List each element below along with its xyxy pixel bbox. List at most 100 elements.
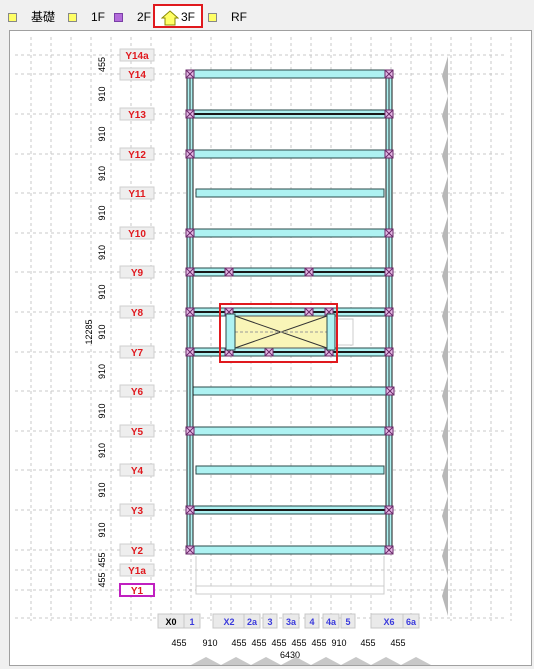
y-label-text: Y6 — [131, 387, 144, 398]
x-dim-label: 455 — [171, 638, 186, 648]
x-dim-label: 455 — [271, 638, 286, 648]
y-dim-label: 910 — [97, 205, 107, 220]
x-dimension-labels: 455 910 455 455 455 455 455 910 455 4556430 — [171, 638, 405, 660]
y-axis-label: Y2 — [119, 543, 155, 557]
y-dim-label: 910 — [97, 522, 107, 537]
y-label-text: Y7 — [131, 348, 144, 359]
x-axis-label: 3a — [282, 613, 300, 629]
opening-post — [326, 313, 336, 351]
beam — [189, 386, 390, 396]
x-axis-label: X6 — [370, 613, 408, 629]
x-dim-label: 455 — [231, 638, 246, 648]
misc — [191, 56, 448, 665]
x-axis-label: 4a — [322, 613, 340, 629]
y-label-text: Y1 — [131, 586, 144, 597]
x-axis-label: 3 — [262, 613, 278, 629]
tab-3f[interactable]: 3F — [153, 4, 204, 28]
x-dim-label: 910 — [202, 638, 217, 648]
floor-tab-bar: 基礎 1F 2F 3F RF — [0, 0, 534, 32]
x-dim-label: 455 — [251, 638, 266, 648]
beam — [195, 188, 385, 198]
beam — [189, 426, 390, 436]
sawtooth-mark — [442, 416, 448, 456]
tab-kiso[interactable]: 基礎 — [8, 6, 55, 28]
y-label-text: Y4 — [131, 466, 144, 477]
sawtooth-mark — [442, 56, 448, 96]
x-dim-label: 455 — [291, 638, 306, 648]
plan-canvas[interactable]: Y14a Y14 Y13 Y12 Y11 Y10 Y9 Y8 Y7 Y6 Y5 Y4 Y3 Y2 Y1a Y1… — [9, 30, 532, 666]
y-label-text: Y8 — [131, 308, 144, 319]
y-axis-label: Y4 — [119, 463, 155, 477]
y-axis-label: Y1a — [119, 563, 155, 577]
y-dim-total: 12285 — [84, 319, 94, 344]
ghost-beam — [195, 585, 385, 595]
sawtooth-mark — [442, 96, 448, 136]
tab-label: 基礎 — [31, 10, 56, 24]
y-axis-label: Y13 — [119, 107, 155, 121]
y-axis-label: Y8 — [119, 305, 155, 319]
sawtooth-mark — [442, 216, 448, 256]
tab-2f[interactable]: 2F — [114, 6, 151, 28]
y-axis-label: Y12 — [119, 147, 155, 161]
x-axis-label: 5 — [340, 613, 356, 629]
purple-square-icon — [114, 13, 123, 23]
x-axis-label: 1 — [183, 613, 201, 629]
tab-label: 3F — [181, 10, 196, 24]
x-label-text: 5 — [345, 617, 350, 627]
x-label-text: 4 — [309, 617, 314, 627]
y-label-text: Y9 — [131, 268, 144, 279]
y-axis-label: Y14 — [119, 67, 155, 81]
opening-post — [225, 313, 236, 351]
sawtooth-mark — [442, 296, 448, 336]
sawtooth-mark — [442, 376, 448, 416]
y-dim-label: 910 — [97, 284, 107, 299]
y-label-text: Y14 — [128, 70, 146, 81]
house-icon — [161, 10, 179, 26]
x-axis-labels: X0 1 X2 2a 3 3a 4 4a 5 X6 6a — [157, 613, 420, 629]
x-dim-label: 455 — [390, 638, 405, 648]
y-dim-label: 910 — [97, 126, 107, 141]
y-label-text: Y10 — [128, 229, 146, 240]
y-label-text: Y14a — [125, 51, 149, 62]
y-axis-label: Y10 — [119, 226, 155, 240]
y-dim-label: 910 — [97, 245, 107, 260]
beam — [195, 465, 385, 475]
sawtooth-mark — [442, 136, 448, 176]
x-label-text: 2a — [247, 617, 258, 627]
y-axis-label-selected: Y1 — [119, 583, 155, 597]
tab-1f[interactable]: 1F — [68, 6, 105, 28]
beam — [189, 69, 390, 79]
x-dim-label: 455 — [311, 638, 326, 648]
y-label-text: Y12 — [128, 150, 146, 161]
y-dim-label: 910 — [97, 443, 107, 458]
y-axis-label: Y7 — [119, 345, 155, 359]
x-label-text: X2 — [223, 617, 234, 627]
x-label-text: X6 — [383, 617, 394, 627]
y-dim-label: 910 — [97, 364, 107, 379]
y-label-text: Y5 — [131, 427, 144, 438]
y-axis-label: Y6 — [119, 384, 155, 398]
y-label-text: Y3 — [131, 506, 144, 517]
floor-plan-drawing[interactable]: Y14aY14Y13Y12Y11Y10Y9Y8Y7Y6Y5Y4Y3Y2Y1aY1… — [10, 31, 531, 665]
sawtooth-mark — [191, 657, 221, 665]
yellow-square-icon — [8, 13, 17, 23]
sawtooth-mark — [442, 576, 448, 616]
yellow-square-icon — [68, 13, 77, 23]
x-label-text: 3a — [286, 617, 297, 627]
y-axis-label: Y3 — [119, 503, 155, 517]
x-label-text: X0 — [165, 617, 176, 627]
y-axis-label: Y5 — [119, 424, 155, 438]
sawtooth-mark — [371, 657, 401, 665]
y-dim-label: 455 — [97, 57, 107, 72]
tab-label: RF — [231, 10, 247, 24]
x-axis-label: 4 — [304, 613, 320, 629]
y-label-text: Y2 — [131, 546, 144, 557]
y-dim-label: 910 — [97, 86, 107, 101]
sawtooth-mark — [442, 256, 448, 296]
tab-rf[interactable]: RF — [208, 6, 247, 28]
x-axis-label: 2a — [243, 613, 261, 629]
y-dim-label: 455 — [97, 572, 107, 587]
sawtooth-mark — [341, 657, 371, 665]
beam — [189, 545, 390, 555]
y-label-text: Y11 — [128, 189, 146, 200]
